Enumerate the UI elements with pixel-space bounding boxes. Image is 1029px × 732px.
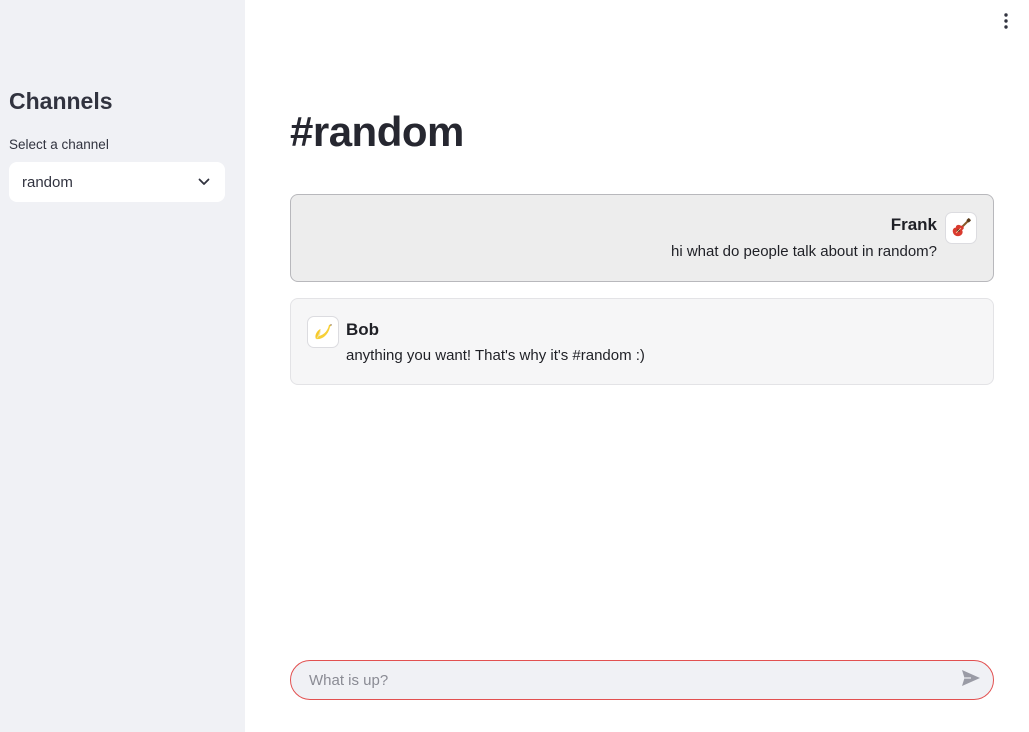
chat-input-container xyxy=(290,660,994,700)
channel-select-label: Select a channel xyxy=(9,137,109,152)
chat-message-assistant: Bob anything you want! That's why it's #… xyxy=(290,298,994,385)
sidebar-title: Channels xyxy=(9,88,113,114)
chevron-down-icon xyxy=(197,175,211,189)
page-title: #random xyxy=(290,108,464,155)
more-vertical-icon xyxy=(1004,12,1008,34)
chat-input[interactable] xyxy=(307,670,957,690)
channel-select-value: random xyxy=(22,173,73,191)
message-text: anything you want! That's why it's #rand… xyxy=(346,347,645,364)
banana-icon xyxy=(307,316,339,348)
sidebar: Channels Select a channel random xyxy=(0,0,245,732)
send-button[interactable] xyxy=(957,666,985,694)
send-icon xyxy=(961,669,981,692)
main-menu-button[interactable] xyxy=(997,12,1015,34)
channel-select[interactable]: random xyxy=(9,162,225,202)
message-text: hi what do people talk about in random? xyxy=(670,243,937,260)
message-author: Bob xyxy=(346,320,380,339)
chat-message-user: Frank hi what do people talk about in ra… xyxy=(290,194,994,282)
message-author: Frank xyxy=(890,215,937,234)
guitar-icon xyxy=(945,212,977,244)
